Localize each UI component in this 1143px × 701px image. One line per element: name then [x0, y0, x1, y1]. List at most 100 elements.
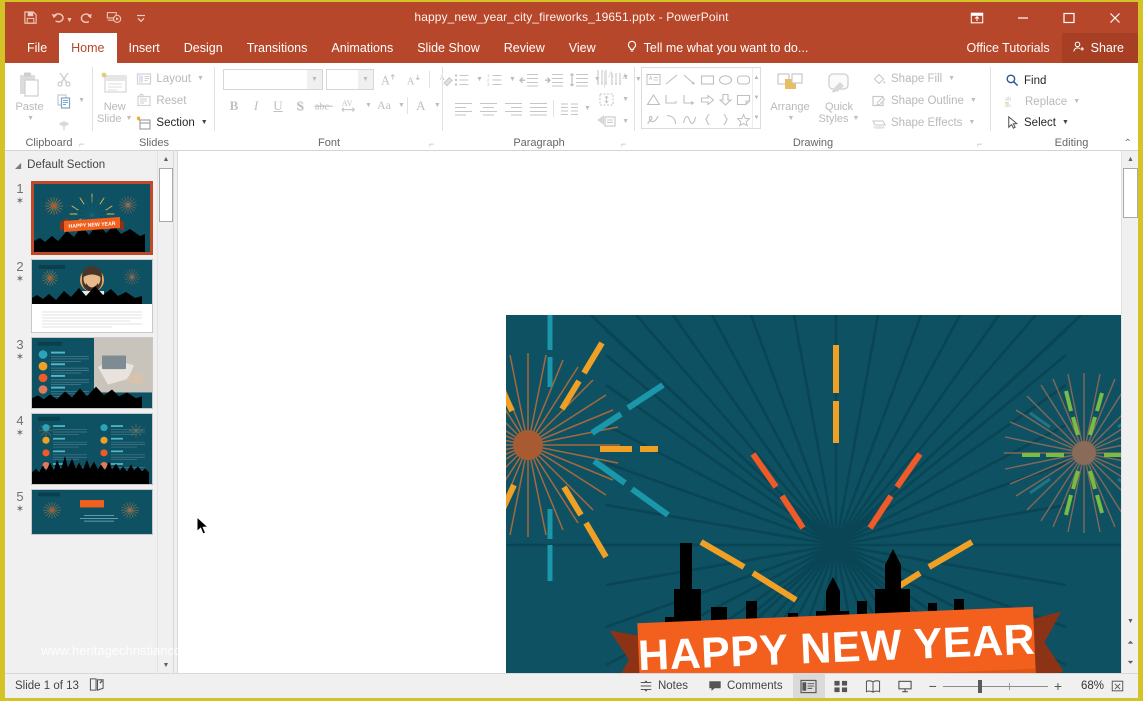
align-left-button[interactable] [451, 98, 475, 119]
layout-button[interactable]: Layout ▼ [132, 68, 211, 89]
tab-animations[interactable]: Animations [319, 33, 405, 63]
reset-button[interactable]: Reset [132, 90, 211, 111]
text-shadow-button[interactable]: S [289, 95, 311, 116]
close-icon[interactable] [1092, 2, 1138, 33]
shape-folded-corner-icon[interactable] [734, 89, 752, 109]
shape-oval-icon[interactable] [716, 69, 734, 89]
slide-indicator[interactable]: Slide 1 of 13 [15, 680, 79, 692]
character-spacing-dropdown-icon[interactable]: ▼ [365, 102, 372, 109]
font-family-dropdown-icon[interactable]: ▼ [307, 70, 322, 89]
shape-outline-button[interactable]: Shape Outline ▼ [867, 90, 981, 111]
layout-dropdown-icon[interactable]: ▼ [197, 75, 204, 82]
decrease-font-size-icon[interactable]: A [402, 69, 424, 90]
fit-to-window-button[interactable] [1104, 674, 1130, 699]
thumbnail-row-5[interactable]: 5 ✶ [5, 485, 173, 535]
slide-thumbnail-panel[interactable]: ◢ Default Section 1 ✶ HAPPY NEW YEAR 2 ✶… [5, 151, 173, 673]
section-header[interactable]: ◢ Default Section [5, 151, 173, 177]
maximize-icon[interactable] [1046, 2, 1092, 33]
section-button[interactable]: Section ▼ [132, 112, 211, 133]
zoom-out-button[interactable]: − [929, 679, 937, 693]
thumbnail-row-1[interactable]: 1 ✶ HAPPY NEW YEAR [5, 177, 173, 255]
font-size-dropdown-icon[interactable]: ▼ [358, 70, 373, 89]
numbering-dropdown-icon[interactable]: ▼ [509, 76, 516, 83]
panel-scroll-up-icon[interactable]: ▲ [158, 151, 173, 167]
convert-to-smartart-dropdown-icon[interactable]: ▼ [622, 118, 629, 125]
select-button[interactable]: Select ▼ [1001, 112, 1084, 133]
shape-down-arrow-icon[interactable] [716, 89, 734, 109]
tab-home[interactable]: Home [59, 33, 117, 63]
font-color-button[interactable]: A [410, 95, 432, 116]
comments-button[interactable]: Comments [698, 674, 793, 699]
slide-panel-scrollbar[interactable]: ▲ ▼ [157, 151, 173, 673]
find-button[interactable]: Find [1001, 70, 1084, 91]
office-tutorials-link[interactable]: Office Tutorials [955, 33, 1062, 63]
zoom-percentage[interactable]: 68% [1070, 680, 1104, 692]
next-slide-icon[interactable]: ⏷ [1122, 655, 1138, 671]
select-dropdown-icon[interactable]: ▼ [1062, 119, 1069, 126]
change-case-dropdown-icon[interactable]: ▼ [398, 102, 405, 109]
new-slide-dropdown-icon[interactable]: ▼ [125, 113, 132, 125]
share-button[interactable]: Share [1061, 33, 1138, 63]
notes-button[interactable]: Notes [629, 674, 698, 699]
slide-scroll-up-icon[interactable]: ▲ [1122, 151, 1138, 167]
tab-slide-show[interactable]: Slide Show [405, 33, 492, 63]
copy-dropdown-icon[interactable]: ▼ [78, 97, 85, 104]
columns-dropdown-icon[interactable]: ▼ [584, 105, 591, 112]
tab-view[interactable]: View [557, 33, 608, 63]
shape-left-brace-icon[interactable] [698, 109, 716, 129]
arrange-dropdown-icon[interactable]: ▼ [788, 113, 795, 125]
justify-button[interactable] [526, 98, 550, 119]
font-color-dropdown-icon[interactable]: ▼ [434, 102, 441, 109]
replace-button[interactable]: ab ac Replace ▼ [1001, 91, 1084, 112]
slide-canvas[interactable]: HAPPY NEW YEAR [506, 315, 1121, 673]
previous-slide-icon[interactable]: ⏶ [1122, 635, 1138, 651]
zoom-slider[interactable]: − + [921, 679, 1070, 693]
font-dialog-launcher[interactable]: ⌐ [429, 139, 440, 150]
shape-star-icon[interactable] [734, 109, 752, 129]
shape-rounded-rectangle-icon[interactable] [734, 69, 752, 89]
bullets-dropdown-icon[interactable]: ▼ [476, 76, 483, 83]
underline-button[interactable]: U [267, 95, 289, 116]
increase-font-size-icon[interactable]: A [377, 69, 399, 90]
minimize-icon[interactable] [1000, 2, 1046, 33]
bold-button[interactable]: B [223, 95, 245, 116]
shape-rectangle-icon[interactable] [698, 69, 716, 89]
shapes-scroll-up-icon[interactable]: ▲ [753, 68, 760, 88]
shape-outline-dropdown-icon[interactable]: ▼ [970, 97, 977, 104]
shapes-gallery-scroll[interactable]: ▲ ▼ ▼ [752, 68, 760, 128]
italic-button[interactable]: I [245, 95, 267, 116]
tab-file[interactable]: File [15, 33, 59, 63]
shapes-more-icon[interactable]: ▼ [753, 108, 760, 128]
change-case-button[interactable]: Aa [372, 95, 396, 116]
vertical-align-button[interactable] [594, 89, 620, 110]
thumbnail-2[interactable]: ▬ ▬ ▬ ▬ [31, 259, 153, 333]
tab-insert[interactable]: Insert [117, 33, 172, 63]
shape-elbow-arrow-connector-icon[interactable] [680, 89, 698, 109]
arrange-button[interactable]: Arrange ▼ [765, 66, 815, 125]
zoom-thumb[interactable] [977, 679, 982, 693]
zoom-in-button[interactable]: + [1054, 679, 1062, 693]
cut-button[interactable] [52, 68, 89, 89]
panel-scroll-down-icon[interactable]: ▼ [158, 657, 173, 673]
tell-me-search[interactable]: Tell me what you want to do... [626, 33, 808, 63]
slide-scroll-down-icon[interactable]: ▼ [1122, 613, 1138, 629]
paste-dropdown-icon[interactable]: ▼ [27, 113, 34, 125]
shape-curve-icon[interactable] [680, 109, 698, 129]
replace-dropdown-icon[interactable]: ▼ [1073, 98, 1080, 105]
slide-area-scrollbar[interactable]: ▲ ▼ ⏶ ⏷ [1121, 151, 1138, 673]
clipboard-dialog-launcher[interactable]: ⌐ [79, 139, 90, 150]
paragraph-dialog-launcher[interactable]: ⌐ [621, 139, 632, 150]
convert-to-smartart-button[interactable] [594, 111, 620, 132]
bullets-button[interactable] [451, 69, 473, 90]
decrease-indent-button[interactable] [517, 69, 541, 90]
thumbnail-1[interactable]: HAPPY NEW YEAR [31, 181, 153, 255]
shape-line-icon[interactable] [662, 69, 680, 89]
normal-view-button[interactable] [792, 673, 825, 698]
zoom-track[interactable] [942, 679, 1048, 693]
accessibility-checker-icon[interactable] [89, 677, 105, 695]
shape-right-brace-icon[interactable] [716, 109, 734, 129]
align-center-button[interactable] [476, 98, 500, 119]
paste-button[interactable]: Paste ▼ [9, 66, 50, 125]
thumbnail-row-3[interactable]: 3 ✶ [5, 333, 173, 409]
increase-indent-button[interactable] [542, 69, 566, 90]
